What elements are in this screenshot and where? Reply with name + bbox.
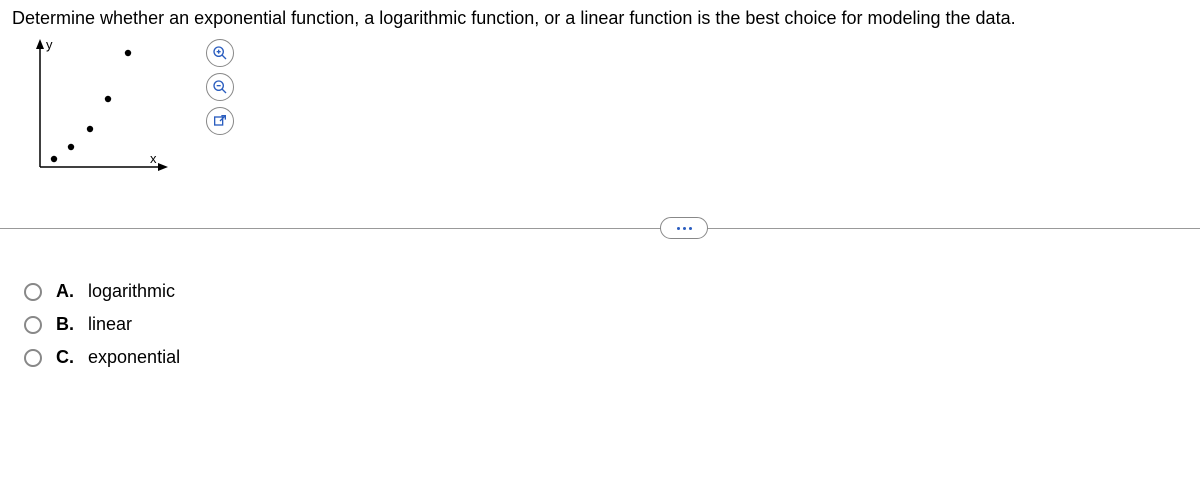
option-letter: B.	[56, 314, 76, 335]
ellipsis-icon	[677, 227, 692, 230]
zoom-in-icon	[212, 45, 228, 61]
option-letter: C.	[56, 347, 76, 368]
option-text: logarithmic	[88, 281, 175, 302]
option-letter: A.	[56, 281, 76, 302]
open-external-icon	[212, 113, 228, 129]
radio-button[interactable]	[24, 283, 42, 301]
section-divider	[0, 217, 1200, 241]
scatter-plot: y x	[30, 37, 170, 177]
divider-line	[0, 228, 1200, 229]
radio-button[interactable]	[24, 349, 42, 367]
zoom-out-icon	[212, 79, 228, 95]
more-button[interactable]	[660, 217, 708, 239]
zoom-in-button[interactable]	[206, 39, 234, 67]
option-b[interactable]: B. linear	[24, 314, 1200, 335]
zoom-out-button[interactable]	[206, 73, 234, 101]
graph-area: y x	[30, 37, 1200, 177]
answer-options: A. logarithmic B. linear C. exponential	[24, 281, 1200, 368]
x-axis-label: x	[150, 151, 157, 166]
y-axis-label: y	[46, 37, 53, 52]
open-external-button[interactable]	[206, 107, 234, 135]
option-a[interactable]: A. logarithmic	[24, 281, 1200, 302]
option-text: linear	[88, 314, 132, 335]
question-text: Determine whether an exponential functio…	[0, 0, 1200, 33]
option-c[interactable]: C. exponential	[24, 347, 1200, 368]
option-text: exponential	[88, 347, 180, 368]
radio-button[interactable]	[24, 316, 42, 334]
graph-tools	[206, 39, 234, 135]
